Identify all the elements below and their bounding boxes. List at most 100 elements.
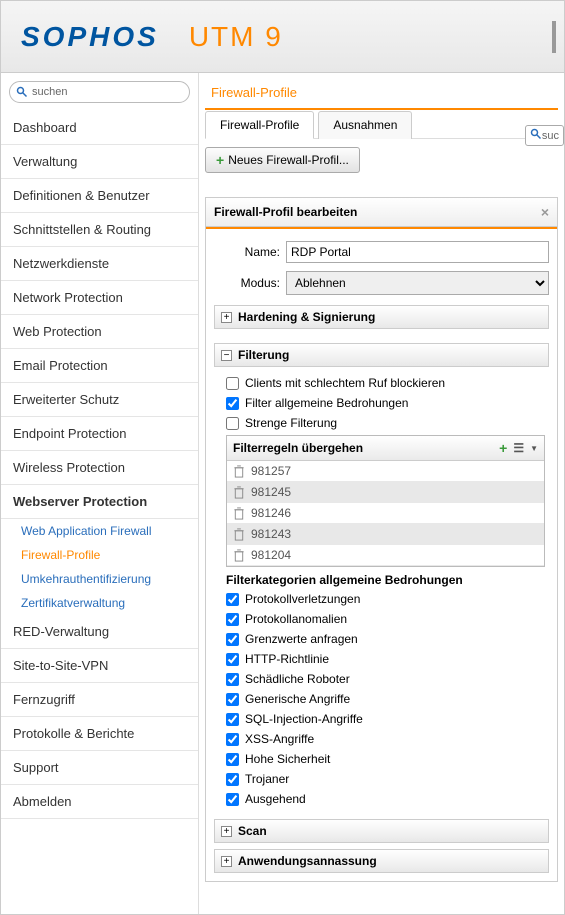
rule-item[interactable]: 981243 — [227, 524, 544, 545]
sidebar: suchen Dashboard Verwaltung Definitionen… — [1, 73, 199, 914]
new-profile-button[interactable]: + Neues Firewall-Profil... — [205, 147, 360, 173]
filtering-body: Clients mit schlechtem Ruf blockieren Fi… — [214, 367, 549, 813]
section-appfit[interactable]: + Anwendungsannassung — [214, 849, 549, 873]
search-icon — [530, 128, 542, 143]
rule-item[interactable]: 981245 — [227, 482, 544, 503]
cat-item[interactable]: Generische Angriffe — [226, 689, 545, 709]
subnav-firewall-profile[interactable]: Firewall-Profile — [1, 543, 198, 567]
trash-icon[interactable] — [233, 528, 245, 541]
add-rule-icon[interactable]: + — [499, 440, 507, 456]
panel-title: Firewall-Profil bearbeiten — [214, 205, 357, 219]
app-header: SOPHOS UTM 9 — [1, 1, 564, 73]
nav-red[interactable]: RED-Verwaltung — [1, 615, 198, 649]
cat-item[interactable]: HTTP-Richtlinie — [226, 649, 545, 669]
section-scan-label: Scan — [238, 824, 267, 838]
chk-common-threats[interactable]: Filter allgemeine Bedrohungen — [226, 393, 545, 413]
list-icon[interactable]: ☰ — [513, 441, 524, 455]
cat-item[interactable]: Grenzwerte anfragen — [226, 629, 545, 649]
subnav-cert[interactable]: Zertifikatverwaltung — [1, 591, 198, 615]
close-icon[interactable]: × — [541, 204, 549, 220]
expand-icon: + — [221, 856, 232, 867]
section-scan[interactable]: + Scan — [214, 819, 549, 843]
name-row: Name: — [214, 237, 549, 267]
section-appfit-label: Anwendungsannassung — [238, 854, 377, 868]
name-label: Name: — [214, 245, 286, 259]
nav-endpoint-protection[interactable]: Endpoint Protection — [1, 417, 198, 451]
dropdown-icon[interactable]: ▼ — [530, 444, 538, 453]
tab-profiles[interactable]: Firewall-Profile — [205, 111, 314, 139]
expand-icon: + — [221, 312, 232, 323]
rule-item[interactable]: 981257 — [227, 461, 544, 482]
mode-label: Modus: — [214, 276, 286, 290]
mode-row: Modus: Ablehnen — [214, 267, 549, 299]
product-name: UTM 9 — [189, 21, 283, 53]
panel-header: Firewall-Profil bearbeiten × — [206, 198, 557, 227]
plus-icon: + — [216, 152, 224, 168]
nav-erweiterter-schutz[interactable]: Erweiterter Schutz — [1, 383, 198, 417]
nav-netzwerkdienste[interactable]: Netzwerkdienste — [1, 247, 198, 281]
rule-item[interactable]: 981204 — [227, 545, 544, 566]
chk-strict[interactable]: Strenge Filterung — [226, 413, 545, 433]
cat-item[interactable]: Schädliche Roboter — [226, 669, 545, 689]
chk-common-threats-input[interactable] — [226, 397, 239, 410]
cat-item[interactable]: Protokollverletzungen — [226, 589, 545, 609]
nav-schnittstellen[interactable]: Schnittstellen & Routing — [1, 213, 198, 247]
section-hardening-label: Hardening & Signierung — [238, 310, 375, 324]
nav-email-protection[interactable]: Email Protection — [1, 349, 198, 383]
nav-verwaltung[interactable]: Verwaltung — [1, 145, 198, 179]
rule-item[interactable]: 981246 — [227, 503, 544, 524]
cat-item[interactable]: XSS-Angriffe — [226, 729, 545, 749]
edit-panel: Firewall-Profil bearbeiten × Name: Modus… — [205, 197, 558, 882]
trash-icon[interactable] — [233, 465, 245, 478]
collapse-icon: − — [221, 350, 232, 361]
new-profile-label: Neues Firewall-Profil... — [228, 153, 349, 167]
section-filtering[interactable]: − Filterung — [214, 343, 549, 367]
cat-item[interactable]: Trojaner — [226, 769, 545, 789]
nav-s2s-vpn[interactable]: Site-to-Site-VPN — [1, 649, 198, 683]
trash-icon[interactable] — [233, 549, 245, 562]
breadcrumb: Firewall-Profile — [205, 81, 558, 108]
nav-support[interactable]: Support — [1, 751, 198, 785]
nav-webserver-protection[interactable]: Webserver Protection — [1, 485, 198, 519]
cat-item[interactable]: SQL-Injection-Angriffe — [226, 709, 545, 729]
nav-dashboard[interactable]: Dashboard — [1, 111, 198, 145]
mode-select[interactable]: Ablehnen — [286, 271, 549, 295]
subnav-reverse-auth[interactable]: Umkehrauthentifizierung — [1, 567, 198, 591]
nav-network-protection[interactable]: Network Protection — [1, 281, 198, 315]
toolbar: + Neues Firewall-Profil... — [205, 139, 558, 181]
search-input[interactable]: suchen — [9, 81, 190, 103]
subnav-waf[interactable]: Web Application Firewall — [1, 519, 198, 543]
rules-title: Filterregeln übergehen — [233, 441, 363, 455]
rules-header: Filterregeln übergehen + ☰ ▼ — [227, 436, 544, 461]
tab-exceptions[interactable]: Ausnahmen — [318, 111, 412, 139]
content-search[interactable]: suc — [525, 125, 564, 146]
nav-fernzugriff[interactable]: Fernzugriff — [1, 683, 198, 717]
trash-icon[interactable] — [233, 486, 245, 499]
nav-wireless-protection[interactable]: Wireless Protection — [1, 451, 198, 485]
cat-item[interactable]: Hohe Sicherheit — [226, 749, 545, 769]
cat-item[interactable]: Protokollanomalien — [226, 609, 545, 629]
chk-bad-clients-input[interactable] — [226, 377, 239, 390]
section-hardening[interactable]: + Hardening & Signierung — [214, 305, 549, 329]
rules-box: Filterregeln übergehen + ☰ ▼ 981257 — [226, 435, 545, 567]
rules-list[interactable]: 981257 981245 981246 — [227, 461, 544, 566]
nav-definitionen[interactable]: Definitionen & Benutzer — [1, 179, 198, 213]
chk-strict-input[interactable] — [226, 417, 239, 430]
content-search-label: suc — [542, 130, 559, 142]
nav-abmelden[interactable]: Abmelden — [1, 785, 198, 819]
panel-handle[interactable] — [552, 21, 556, 53]
expand-icon: + — [221, 826, 232, 837]
categories-title: Filterkategorien allgemeine Bedrohungen — [226, 567, 545, 589]
chk-bad-clients[interactable]: Clients mit schlechtem Ruf blockieren — [226, 373, 545, 393]
tabs: Firewall-Profile Ausnahmen — [205, 110, 558, 139]
logo: SOPHOS — [21, 21, 159, 53]
main-content: Firewall-Profile Firewall-Profile Ausnah… — [199, 73, 564, 914]
name-input[interactable] — [286, 241, 549, 263]
search-placeholder: suchen — [32, 86, 67, 98]
nav-protokolle[interactable]: Protokolle & Berichte — [1, 717, 198, 751]
search-icon — [16, 86, 28, 98]
cat-item[interactable]: Ausgehend — [226, 789, 545, 809]
section-filtering-label: Filterung — [238, 348, 289, 362]
trash-icon[interactable] — [233, 507, 245, 520]
nav-web-protection[interactable]: Web Protection — [1, 315, 198, 349]
